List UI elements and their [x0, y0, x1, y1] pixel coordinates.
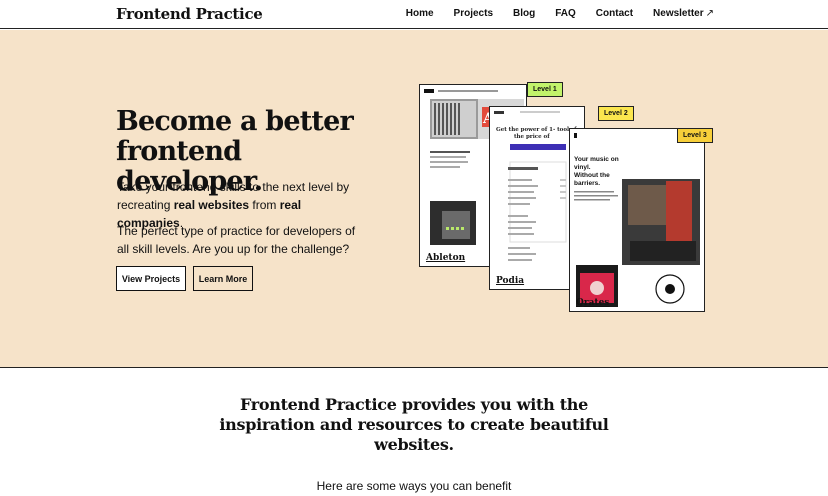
- qrates-headline-4: barriers.: [574, 180, 600, 187]
- level-badge-3: Level 3: [677, 128, 713, 143]
- nav-home[interactable]: Home: [406, 8, 434, 19]
- podia-headline-2: the price of: [514, 134, 550, 140]
- view-projects-button[interactable]: View Projects: [116, 266, 186, 291]
- top-nav: Frontend Practice Home Projects Blog FAQ…: [0, 0, 828, 29]
- card-caption-qrates: Qrates: [576, 298, 610, 308]
- hero-intro-strong-1: real websites: [173, 198, 250, 212]
- nav-newsletter[interactable]: Newsletter ↗: [653, 8, 714, 19]
- nav-faq[interactable]: FAQ: [555, 8, 576, 19]
- nav-contact[interactable]: Contact: [596, 8, 633, 19]
- hero-intro-c: from: [249, 198, 280, 212]
- qrates-headline-3: Without the: [574, 172, 610, 179]
- learn-more-button[interactable]: Learn More: [193, 266, 253, 291]
- benefits-intro: Here are some ways you can benefit: [316, 479, 512, 493]
- card-caption-ableton: Ableton: [426, 253, 466, 263]
- project-card-qrates[interactable]: Your music on vinyl. Without the barrier…: [569, 128, 705, 312]
- qrates-headline-2: vinyl.: [574, 164, 591, 171]
- nav-newsletter-label: Newsletter: [653, 8, 704, 19]
- nav-projects[interactable]: Projects: [454, 8, 493, 19]
- hero-subtext: The perfect type of practice for develop…: [117, 224, 356, 256]
- hero-section: Become a better frontend developer. Take…: [0, 30, 828, 368]
- level-badge-1: Level 1: [527, 82, 563, 97]
- qrates-preview-image: Your music on vinyl. Without the barrier…: [574, 133, 700, 307]
- nav-blog[interactable]: Blog: [513, 8, 535, 19]
- card-caption-podia: Podia: [496, 276, 525, 286]
- mission-statement: Frontend Practice provides you with the …: [219, 395, 609, 454]
- level-badge-2: Level 2: [598, 106, 634, 121]
- external-link-icon: ↗: [705, 8, 714, 19]
- qrates-headline-1: Your music on: [574, 156, 619, 163]
- brand-logo[interactable]: Frontend Practice: [116, 5, 263, 23]
- nav-links: Home Projects Blog FAQ Contact Newslette…: [406, 8, 714, 19]
